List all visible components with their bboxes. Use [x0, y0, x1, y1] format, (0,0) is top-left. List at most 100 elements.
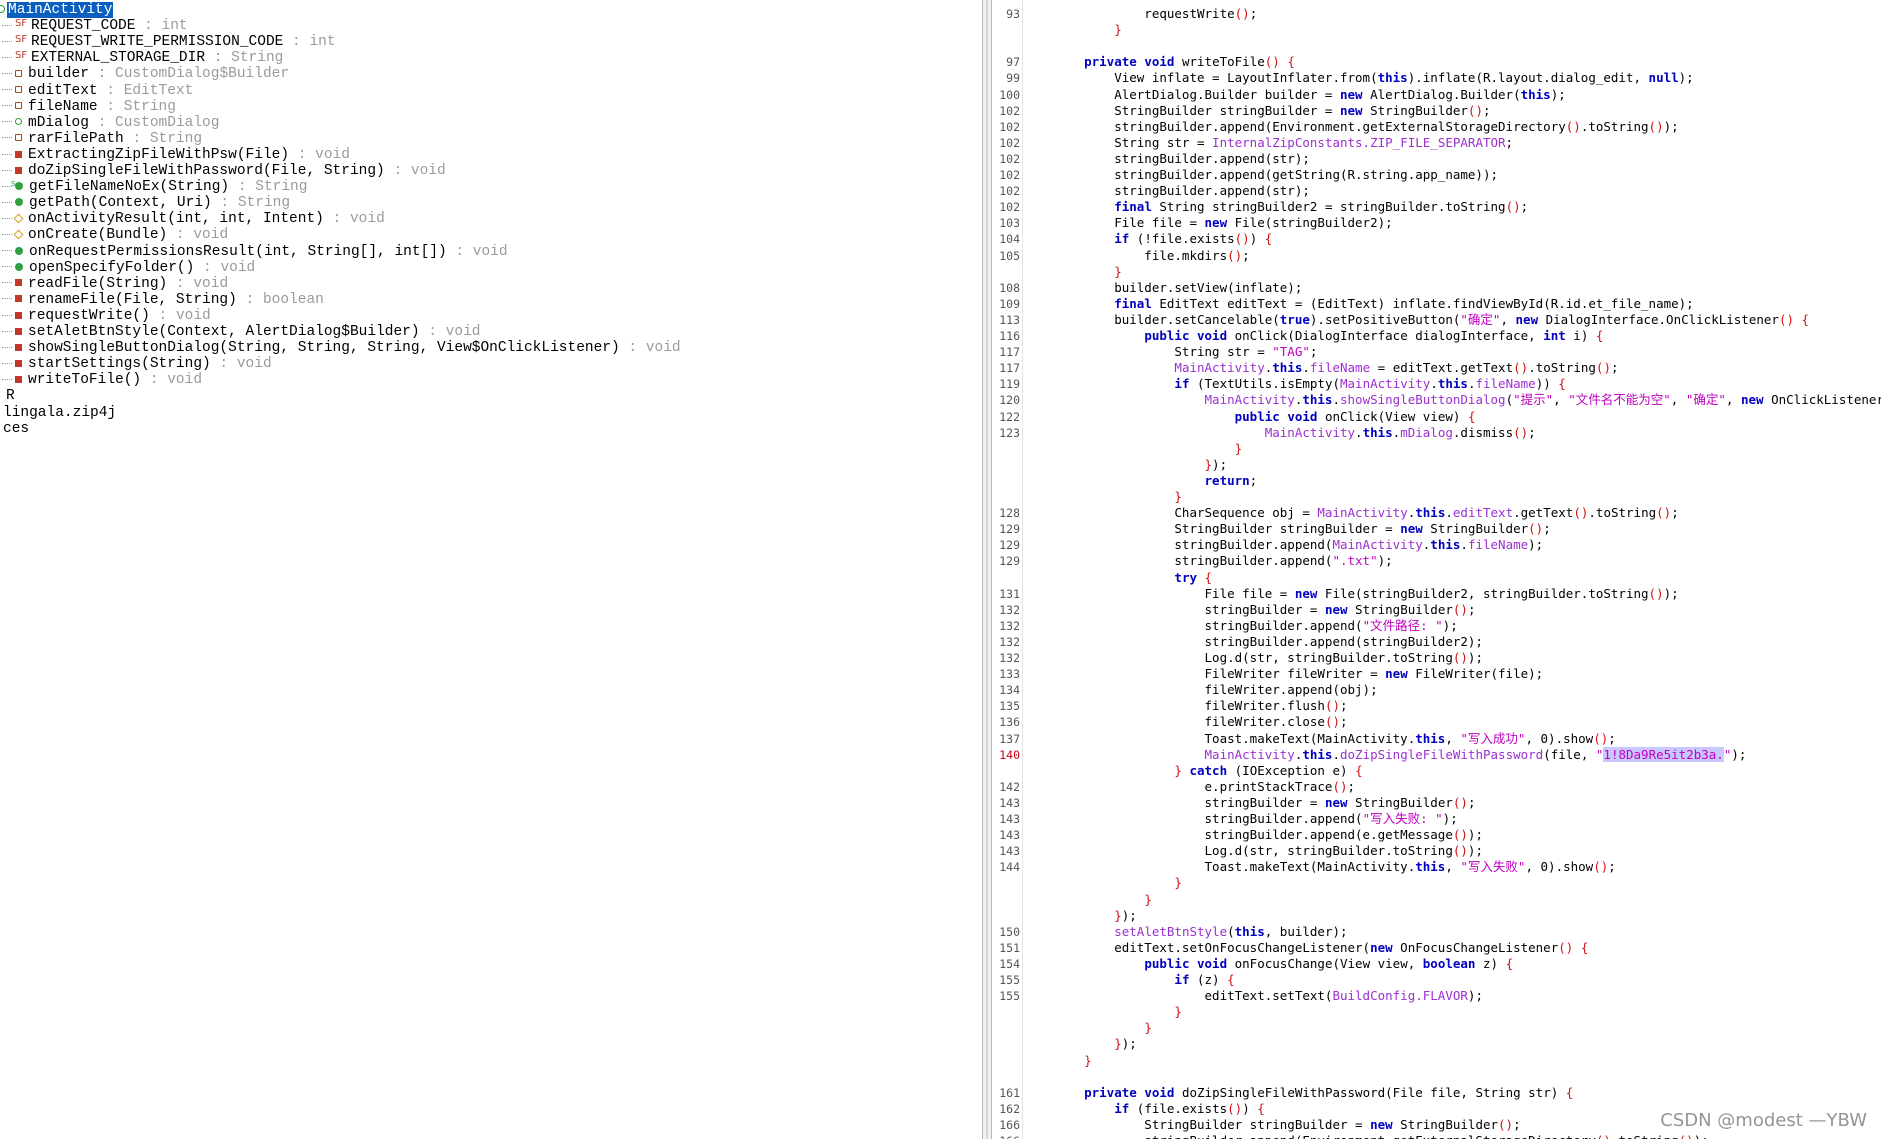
code-line[interactable]: 150 setAletBtnStyle(this, builder); [992, 924, 1881, 940]
code-line[interactable]: 102 stringBuilder.append(getString(R.str… [992, 167, 1881, 183]
code-line[interactable]: 135 fileWriter.flush(); [992, 698, 1881, 714]
code-line[interactable]: 100 AlertDialog.Builder builder = new Al… [992, 87, 1881, 103]
code-line[interactable]: }); [992, 457, 1881, 473]
code-line[interactable]: }); [992, 908, 1881, 924]
code-line[interactable]: 143 stringBuilder.append("写入失败: "); [992, 811, 1881, 827]
code-line[interactable]: } [992, 1004, 1881, 1020]
outline-member[interactable]: requestWrite() : void [0, 308, 211, 324]
code-line[interactable]: 122 public void onClick(View view) { [992, 409, 1881, 425]
outline-member[interactable]: SF EXTERNAL_STORAGE_DIR : String [0, 50, 283, 66]
code-line[interactable]: 143 stringBuilder = new StringBuilder(); [992, 795, 1881, 811]
code-line[interactable]: 166 stringBuilder.append(Environment.get… [992, 1133, 1881, 1139]
code-line[interactable]: } [992, 1053, 1881, 1069]
code-line[interactable]: return; [992, 473, 1881, 489]
code-line[interactable]: 109 final EditText editText = (EditText)… [992, 296, 1881, 312]
code-line[interactable]: 129 StringBuilder stringBuilder = new St… [992, 521, 1881, 537]
outline-member[interactable]: builder : CustomDialog$Builder [0, 66, 289, 82]
outline-member[interactable]: readFile(String) : void [0, 276, 228, 292]
outline-member[interactable]: editText : EditText [0, 83, 193, 99]
code-line[interactable]: 143 Log.d(str, stringBuilder.toString())… [992, 843, 1881, 859]
code-line[interactable]: 119 if (TextUtils.isEmpty(MainActivity.t… [992, 376, 1881, 392]
code-line[interactable]: 117 String str = "TAG"; [992, 344, 1881, 360]
code-line[interactable]: try { [992, 570, 1881, 586]
splitter-handle[interactable] [986, 0, 988, 1139]
code-line[interactable]: 116 public void onClick(DialogInterface … [992, 328, 1881, 344]
code-line[interactable]: 151 editText.setOnFocusChangeListener(ne… [992, 940, 1881, 956]
outline-member[interactable]: getFileNameNoEx(String) : String [0, 176, 307, 195]
code-line[interactable]: 133 FileWriter fileWriter = new FileWrit… [992, 666, 1881, 682]
outline-member[interactable]: setAletBtnStyle(Context, AlertDialog$Bui… [0, 324, 481, 340]
code-line[interactable]: 103 File file = new File(stringBuilder2)… [992, 215, 1881, 231]
code-line[interactable]: 102 stringBuilder.append(str); [992, 183, 1881, 199]
outline-package[interactable]: lingala.zip4j [3, 405, 116, 421]
outline-member[interactable]: openSpecifyFolder() : void [0, 260, 255, 276]
code-line[interactable]: 117 MainActivity.this.fileName = editTex… [992, 360, 1881, 376]
outline-package[interactable]: ces [3, 421, 29, 437]
outline-member[interactable]: SF REQUEST_WRITE_PERMISSION_CODE : int [0, 34, 336, 50]
code-line[interactable] [992, 1069, 1881, 1085]
code-line[interactable]: 105 file.mkdirs(); [992, 248, 1881, 264]
outline-member[interactable]: fileName : String [0, 99, 176, 115]
code-line[interactable]: 143 stringBuilder.append(e.getMessage())… [992, 827, 1881, 843]
code-line[interactable]: 104 if (!file.exists()) { [992, 231, 1881, 247]
code-line[interactable]: 132 stringBuilder.append(stringBuilder2)… [992, 634, 1881, 650]
panel-splitter[interactable] [982, 0, 992, 1139]
code-line[interactable]: 128 CharSequence obj = MainActivity.this… [992, 505, 1881, 521]
outline-member[interactable]: ExtractingZipFileWithPsw(File) : void [0, 147, 350, 163]
code-line[interactable]: 134 fileWriter.append(obj); [992, 682, 1881, 698]
outline-member[interactable]: showSingleButtonDialog(String, String, S… [0, 340, 681, 356]
outline-member[interactable]: onActivityResult(int, int, Intent) : voi… [0, 211, 385, 227]
outline-member[interactable]: renameFile(File, String) : boolean [0, 292, 324, 308]
code-line[interactable]: 108 builder.setView(inflate); [992, 280, 1881, 296]
code-line[interactable]: 155 editText.setText(BuildConfig.FLAVOR)… [992, 988, 1881, 1004]
outline-root-class[interactable]: MainActivity [0, 2, 114, 18]
code-line[interactable]: 129 stringBuilder.append(".txt"); [992, 553, 1881, 569]
code-line[interactable]: 137 Toast.makeText(MainActivity.this, "写… [992, 731, 1881, 747]
code-editor[interactable]: 93 requestWrite(); } 97 private void writ… [992, 0, 1881, 1139]
code-line[interactable]: 154 public void onFocusChange(View view,… [992, 956, 1881, 972]
code-line[interactable]: 113 builder.setCancelable(true).setPosit… [992, 312, 1881, 328]
outline-member[interactable]: mDialog : CustomDialog [0, 115, 219, 131]
code-line[interactable]: } [992, 489, 1881, 505]
code-line[interactable]: 140 MainActivity.this.doZipSingleFileWit… [992, 746, 1881, 763]
code-line[interactable]: 102 stringBuilder.append(str); [992, 151, 1881, 167]
code-line[interactable]: } [992, 264, 1881, 280]
line-number: 102 [999, 135, 1020, 150]
code-line[interactable]: 93 requestWrite(); [992, 6, 1881, 22]
code-line[interactable]: } [992, 22, 1881, 38]
outline-member[interactable]: doZipSingleFileWithPassword(File, String… [0, 163, 446, 179]
code-line[interactable]: 142 e.printStackTrace(); [992, 779, 1881, 795]
code-line[interactable]: 161 private void doZipSingleFileWithPass… [992, 1085, 1881, 1101]
code-line[interactable]: 99 View inflate = LayoutInflater.from(th… [992, 70, 1881, 86]
code-line[interactable]: 144 Toast.makeText(MainActivity.this, "写… [992, 859, 1881, 875]
code-line[interactable]: 97 private void writeToFile() { [992, 54, 1881, 70]
outline-member[interactable]: getPath(Context, Uri) : String [0, 195, 290, 211]
code-line[interactable]: 132 stringBuilder = new StringBuilder(); [992, 602, 1881, 618]
outline-member[interactable]: SF REQUEST_CODE : int [0, 18, 188, 34]
outline-r-class[interactable]: R [6, 388, 15, 404]
code-line[interactable]: }); [992, 1036, 1881, 1052]
code-line[interactable] [992, 38, 1881, 54]
code-line[interactable]: 132 stringBuilder.append("文件路径: "); [992, 618, 1881, 634]
code-line[interactable]: 132 Log.d(str, stringBuilder.toString())… [992, 650, 1881, 666]
code-line[interactable]: 131 File file = new File(stringBuilder2,… [992, 586, 1881, 602]
code-line[interactable]: } [992, 441, 1881, 457]
code-line[interactable]: 129 stringBuilder.append(MainActivity.th… [992, 537, 1881, 553]
code-line[interactable]: 102 stringBuilder.append(Environment.get… [992, 119, 1881, 135]
code-line[interactable]: 102 String str = InternalZipConstants.ZI… [992, 135, 1881, 151]
outline-member[interactable]: onCreate(Bundle) : void [0, 227, 228, 243]
code-line[interactable]: } catch (IOException e) { [992, 763, 1881, 779]
code-line[interactable]: } [992, 875, 1881, 891]
outline-member[interactable]: rarFilePath : String [0, 131, 202, 147]
code-line[interactable]: 120 MainActivity.this.showSingleButtonDi… [992, 392, 1881, 408]
code-line[interactable]: } [992, 892, 1881, 908]
code-line[interactable]: 155 if (z) { [992, 972, 1881, 988]
code-line[interactable]: 123 MainActivity.this.mDialog.dismiss(); [992, 425, 1881, 441]
outline-member[interactable]: writeToFile() : void [0, 372, 202, 388]
code-line[interactable]: } [992, 1020, 1881, 1036]
code-line[interactable]: 136 fileWriter.close(); [992, 714, 1881, 730]
outline-member[interactable]: onRequestPermissionsResult(int, String[]… [0, 244, 508, 260]
outline-member[interactable]: startSettings(String) : void [0, 356, 272, 372]
code-line[interactable]: 102 final String stringBuilder2 = string… [992, 199, 1881, 215]
code-line[interactable]: 102 StringBuilder stringBuilder = new St… [992, 103, 1881, 119]
